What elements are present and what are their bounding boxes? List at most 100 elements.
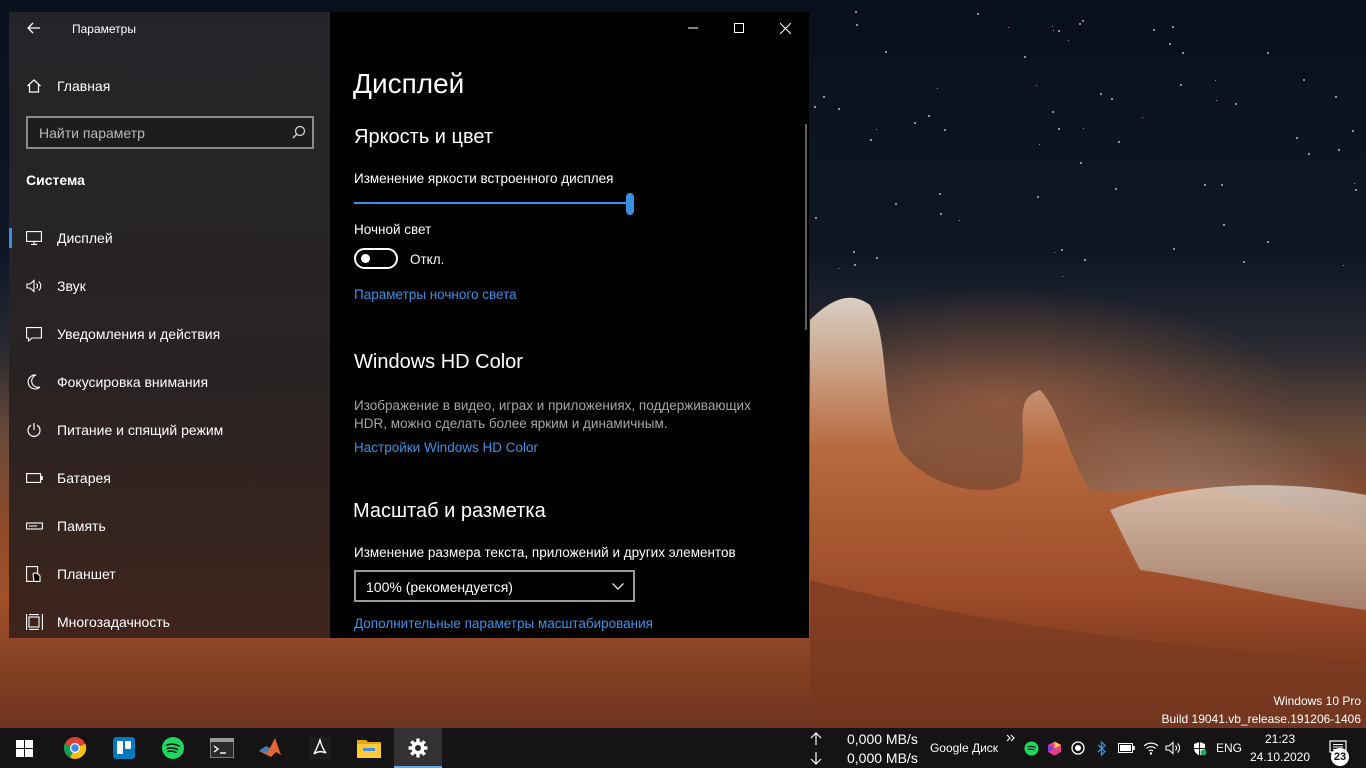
sidebar-item-moon[interactable]: Фокусировка внимания <box>9 362 330 402</box>
star <box>1038 144 1040 146</box>
brightness-slider-track[interactable] <box>354 202 631 204</box>
sidebar-home-label: Главная <box>57 78 111 94</box>
minimize-button[interactable] <box>670 12 716 44</box>
main-content: Дисплей Яркость и цвет Изменение яркости… <box>330 12 809 638</box>
taskbar-acrobat[interactable] <box>296 728 344 768</box>
sidebar-item-label: Многозадачность <box>57 614 170 630</box>
star <box>1062 275 1064 277</box>
sidebar-item-multitasking[interactable]: Многозадачность <box>9 602 330 638</box>
tablet-icon <box>25 565 43 583</box>
net-upload-speed: 0,000 MB/s <box>847 731 918 747</box>
hdr-settings-link[interactable]: Настройки Windows HD Color <box>354 440 538 455</box>
scale-label: Изменение размера текста, приложений и д… <box>354 545 736 560</box>
taskbar-chrome[interactable] <box>51 728 99 768</box>
star <box>1182 52 1185 55</box>
clock-date[interactable]: 24.10.2020 <box>1250 747 1310 767</box>
taskbar-matlab[interactable] <box>246 728 294 768</box>
sidebar-item-battery[interactable]: Батарея <box>9 458 330 498</box>
scale-dropdown-value: 100% (рекомендуется) <box>366 579 513 595</box>
star <box>876 129 878 131</box>
sidebar-item-home[interactable]: Главная <box>9 66 330 106</box>
volume-icon[interactable] <box>1163 728 1183 768</box>
sidebar-item-power[interactable]: Питание и спящий режим <box>9 410 330 450</box>
window-title: Параметры <box>72 22 136 36</box>
advanced-scaling-link[interactable]: Дополнительные параметры масштабирования <box>354 616 653 631</box>
record-icon[interactable] <box>1068 728 1088 768</box>
star <box>1302 79 1305 82</box>
battery-icon <box>25 469 43 487</box>
star <box>914 122 917 125</box>
brightness-slider-label: Изменение яркости встроенного дисплея <box>354 171 614 186</box>
sidebar: Параметры Главная Найти параметр Система… <box>9 12 330 638</box>
taskbar-spotify[interactable] <box>149 728 197 768</box>
language-indicator[interactable]: ENG <box>1214 728 1244 768</box>
star <box>1067 40 1069 42</box>
taskbar-terminal[interactable] <box>198 728 246 768</box>
star <box>1081 19 1084 22</box>
star <box>1036 195 1039 198</box>
star <box>1035 84 1037 86</box>
star <box>1215 79 1217 81</box>
taskbar-file-explorer[interactable] <box>345 728 393 768</box>
star <box>1337 149 1340 152</box>
storage-icon <box>25 517 43 535</box>
maximize-button[interactable] <box>716 12 762 44</box>
security-shield-icon[interactable] <box>1188 728 1210 768</box>
sidebar-item-storage[interactable]: Память <box>9 506 330 546</box>
scale-dropdown[interactable]: 100% (рекомендуется) <box>354 570 635 602</box>
sidebar-item-label: Батарея <box>57 470 111 486</box>
sidebar-item-speaker[interactable]: Звук <box>9 266 330 306</box>
rock-formation <box>810 297 1366 728</box>
start-button[interactable] <box>0 728 48 768</box>
star <box>1222 224 1225 227</box>
wifi-icon[interactable] <box>1141 728 1161 768</box>
show-hidden-icons-chevron-icon[interactable] <box>1002 728 1020 748</box>
night-light-toggle[interactable] <box>354 248 398 269</box>
tray-app-icon[interactable] <box>1044 728 1064 768</box>
star <box>1221 184 1224 187</box>
star <box>1179 83 1182 86</box>
star <box>1216 99 1218 101</box>
star <box>1169 43 1172 46</box>
sidebar-item-label: Питание и спящий режим <box>57 422 224 438</box>
star <box>1308 152 1311 155</box>
google-drive-label[interactable]: Google Диск <box>928 728 1000 768</box>
close-button[interactable] <box>762 12 808 44</box>
sidebar-item-tablet[interactable]: Планшет <box>9 554 330 594</box>
notification-icon <box>25 325 43 343</box>
taskbar-settings[interactable] <box>394 728 442 768</box>
star <box>1100 93 1103 96</box>
sidebar-item-label: Фокусировка внимания <box>57 374 209 390</box>
star <box>1171 26 1174 29</box>
speaker-icon <box>25 277 43 295</box>
star <box>1052 26 1054 28</box>
star <box>928 115 931 118</box>
acrobat-icon <box>309 737 331 759</box>
battery-tray-icon[interactable] <box>1116 728 1136 768</box>
power-icon <box>25 421 43 439</box>
bluetooth-icon[interactable] <box>1093 728 1111 768</box>
sidebar-item-notification[interactable]: Уведомления и действия <box>9 314 330 354</box>
tray-spotify-icon[interactable] <box>1021 728 1041 768</box>
night-light-settings-link[interactable]: Параметры ночного света <box>354 287 517 302</box>
clock-time[interactable]: 21:23 <box>1250 729 1310 749</box>
star <box>1354 182 1356 184</box>
settings-window: Параметры Главная Найти параметр Система… <box>9 12 809 638</box>
star <box>885 51 888 54</box>
star <box>1079 162 1082 165</box>
sidebar-item-monitor[interactable]: Дисплей <box>9 218 330 258</box>
star <box>855 24 858 27</box>
star <box>894 202 897 205</box>
hdr-description-line2: HDR, можно сделать более ярким и динамич… <box>354 416 668 431</box>
search-input[interactable]: Найти параметр <box>26 116 314 149</box>
monitor-icon <box>25 229 43 247</box>
brightness-heading: Яркость и цвет <box>354 126 494 148</box>
scrollbar[interactable] <box>805 124 807 330</box>
download-arrow-icon <box>806 748 826 768</box>
star <box>854 10 857 13</box>
taskbar-trello[interactable] <box>100 728 148 768</box>
star <box>1342 264 1344 266</box>
star <box>977 13 980 16</box>
brightness-slider-thumb[interactable] <box>626 193 634 215</box>
back-arrow-icon[interactable] <box>23 20 45 40</box>
